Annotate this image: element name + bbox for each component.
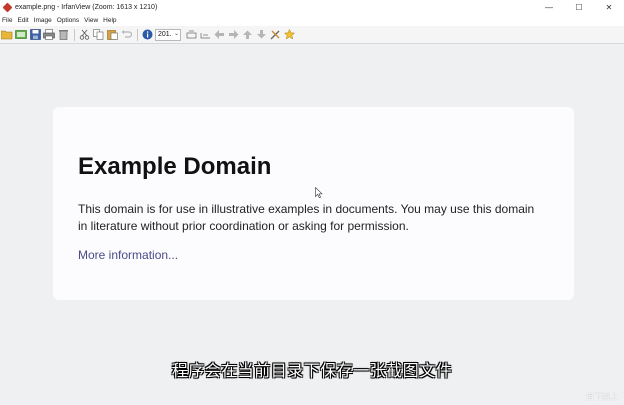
minimize-button[interactable]: —	[534, 0, 564, 15]
zoom-select[interactable]: 201. ⌄	[155, 28, 181, 41]
irfanview-app-icon	[3, 3, 12, 12]
zoom-value: 201.	[158, 31, 172, 38]
cut-icon[interactable]	[78, 29, 90, 41]
next-icon[interactable]	[227, 29, 239, 41]
zoom-in-icon[interactable]	[185, 29, 197, 41]
prev-icon[interactable]	[213, 29, 225, 41]
toolbar: 201. ⌄	[0, 26, 624, 44]
first-icon[interactable]	[241, 29, 253, 41]
chevron-down-icon: ⌄	[173, 30, 179, 37]
zoom-out-icon[interactable]	[199, 29, 211, 41]
info-icon[interactable]	[141, 29, 153, 41]
toolbar-separator	[74, 28, 75, 41]
mouse-cursor-icon	[315, 187, 323, 198]
watermark: 自下而上	[586, 392, 618, 401]
menu-image[interactable]: Image	[34, 17, 52, 24]
favorites-icon[interactable]	[283, 29, 295, 41]
print-icon[interactable]	[43, 29, 55, 41]
open-folder-icon[interactable]	[1, 29, 13, 41]
page-body-text: This domain is for use in illustrative e…	[78, 202, 535, 233]
delete-icon[interactable]	[57, 29, 69, 41]
menu-edit[interactable]: Edit	[17, 17, 28, 24]
close-button[interactable]: ✕	[594, 0, 624, 15]
more-information-link[interactable]: More information...	[78, 248, 178, 262]
toolbar-separator	[137, 28, 138, 41]
window-title: example.png - IrfanView (Zoom: 1613 x 12…	[15, 4, 158, 11]
settings-icon[interactable]	[269, 29, 281, 41]
slideshow-icon[interactable]	[15, 29, 27, 41]
page-title: Example Domain	[78, 153, 272, 180]
video-subtitle: 程序会在当前目录下保存一张截图文件	[171, 361, 453, 380]
maximize-button[interactable]: ☐	[564, 0, 594, 15]
example-domain-card: Example Domain This domain is for use in…	[53, 107, 574, 300]
title-bar: example.png - IrfanView (Zoom: 1613 x 12…	[0, 0, 624, 15]
undo-icon[interactable]	[120, 29, 132, 41]
paste-icon[interactable]	[106, 29, 118, 41]
menu-options[interactable]: Options	[57, 17, 79, 24]
window-controls: — ☐ ✕	[534, 0, 624, 15]
menu-view[interactable]: View	[84, 17, 98, 24]
last-icon[interactable]	[255, 29, 267, 41]
save-icon[interactable]	[29, 29, 41, 41]
menu-bar: File Edit Image Options View Help	[0, 15, 624, 26]
menu-file[interactable]: File	[2, 17, 12, 24]
menu-help[interactable]: Help	[103, 17, 116, 24]
copy-icon[interactable]	[92, 29, 104, 41]
image-canvas: Example Domain This domain is for use in…	[0, 44, 624, 405]
